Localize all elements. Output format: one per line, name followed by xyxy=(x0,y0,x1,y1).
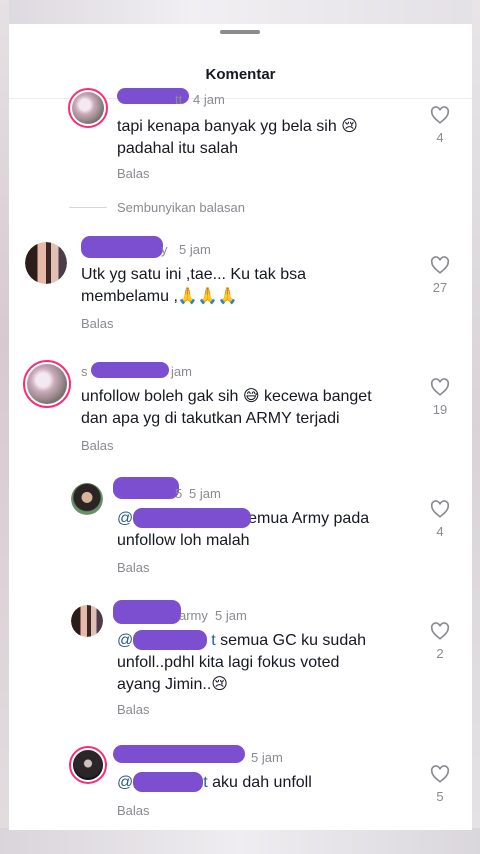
heart-icon xyxy=(430,622,450,640)
heart-icon xyxy=(430,765,450,783)
like-button[interactable]: 4 xyxy=(428,106,452,145)
sheet-title: Komentar xyxy=(205,66,276,83)
like-button[interactable]: 2 xyxy=(428,622,452,661)
like-button[interactable]: 19 xyxy=(428,378,452,417)
like-count: 4 xyxy=(436,130,444,145)
redacted-username xyxy=(113,745,245,763)
background-top xyxy=(0,0,480,24)
redacted-username xyxy=(113,477,179,499)
like-count: 19 xyxy=(432,402,448,417)
reply-button[interactable]: Balas xyxy=(117,702,150,717)
comment-time: 5 jam xyxy=(215,608,247,623)
redacted-username xyxy=(91,362,169,378)
reply-button[interactable]: Balas xyxy=(81,438,114,453)
username-suffix: tt xyxy=(175,92,183,107)
reply-button[interactable]: Balas xyxy=(117,166,150,181)
redacted-mention xyxy=(133,508,251,528)
like-count: 5 xyxy=(436,789,444,804)
drag-handle[interactable] xyxy=(220,30,260,34)
comment-time: jam xyxy=(171,364,192,379)
heart-icon xyxy=(430,106,450,124)
username-prefix: s xyxy=(81,364,88,379)
like-count: 27 xyxy=(432,280,448,295)
background-right xyxy=(472,0,480,854)
replies-divider xyxy=(69,207,107,208)
avatar[interactable] xyxy=(25,242,67,284)
redacted-mention xyxy=(133,772,203,792)
comment-time: 4 jam xyxy=(193,92,225,107)
username-suffix: y xyxy=(161,242,168,257)
background-bottom xyxy=(0,828,480,854)
comment-text: tapi kenapa banyak yg bela sih 😢 padahal… xyxy=(117,118,358,157)
background-left xyxy=(0,0,9,854)
avatar[interactable] xyxy=(69,746,107,784)
username-suffix: army xyxy=(179,608,208,623)
reply-button[interactable]: Balas xyxy=(81,316,114,331)
avatar[interactable] xyxy=(23,360,71,408)
comment-time: 5 jam xyxy=(179,242,211,257)
comment-text: unfollow boleh gak sih 😅 kecewa banget d… xyxy=(81,388,372,427)
like-button[interactable]: 5 xyxy=(428,765,452,804)
comments-sheet: Komentar tt 4 jam tapi kenapa banyak yg … xyxy=(9,24,472,830)
reply-button[interactable]: Balas xyxy=(117,803,150,818)
reply-button[interactable]: Balas xyxy=(117,560,150,575)
redacted-username xyxy=(81,236,163,258)
avatar[interactable] xyxy=(71,605,103,637)
comment-time: 5 jam xyxy=(189,486,221,501)
heart-icon xyxy=(430,500,450,518)
hide-replies-button[interactable]: Sembunyikan balasan xyxy=(117,200,245,215)
like-count: 4 xyxy=(436,524,444,539)
avatar[interactable] xyxy=(71,483,103,515)
heart-icon xyxy=(430,378,450,396)
like-button[interactable]: 4 xyxy=(428,500,452,539)
avatar[interactable] xyxy=(68,88,108,128)
comment-time: 5 jam xyxy=(251,750,283,765)
username-suffix: 5 xyxy=(175,486,183,501)
redacted-mention xyxy=(133,630,207,650)
heart-icon xyxy=(430,256,450,274)
like-count: 2 xyxy=(436,646,444,661)
redacted-username xyxy=(113,600,181,624)
like-button[interactable]: 27 xyxy=(428,256,452,295)
comment-text: Utk yg satu ini ,tae... Ku tak bsa membe… xyxy=(81,266,306,305)
